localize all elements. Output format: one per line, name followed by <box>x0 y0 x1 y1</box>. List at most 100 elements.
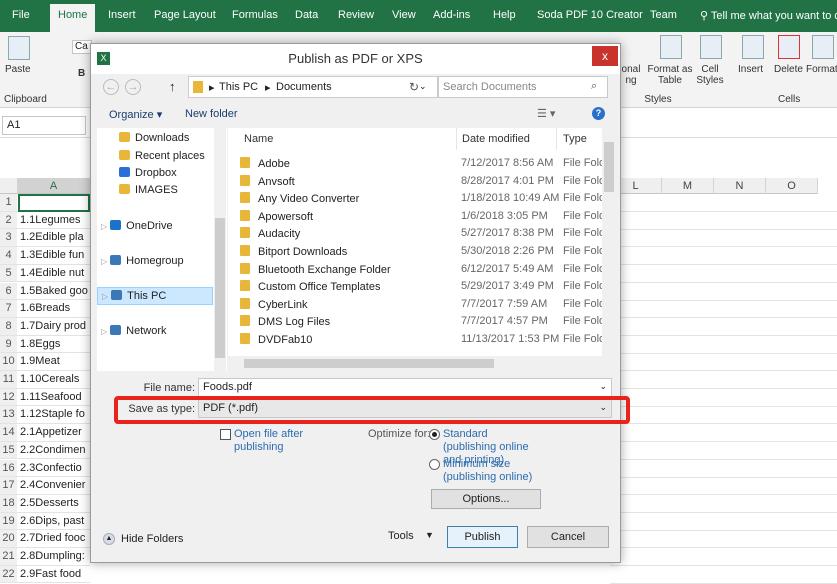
standard-radio[interactable] <box>429 429 440 440</box>
expand-arrow-icon[interactable]: ▷ <box>101 257 107 266</box>
nav-item-network[interactable]: ▷ Network <box>97 325 167 337</box>
file-row[interactable]: Apowersoft1/6/2018 3:05 PMFile Folder <box>240 209 610 227</box>
open-after-label[interactable]: Open file after publishing <box>234 428 314 454</box>
row-number[interactable]: 13 <box>0 406 17 424</box>
row-number[interactable]: 18 <box>0 494 17 512</box>
tell-me-search[interactable]: ⚲ Tell me what you want to do <box>700 9 837 22</box>
column-type[interactable]: Type <box>563 133 587 145</box>
cell-a[interactable]: 1.3Edible fun <box>18 247 90 264</box>
paste-icon[interactable] <box>8 36 30 60</box>
row-number[interactable]: 12 <box>0 388 17 406</box>
publish-button[interactable]: Publish <box>447 526 518 548</box>
tab-view[interactable]: View <box>392 9 416 21</box>
tab-team[interactable]: Team <box>650 9 677 21</box>
cell-a[interactable]: 1.1Legumes <box>18 212 90 229</box>
cell-a[interactable]: 1.8Eggs <box>18 336 90 353</box>
tab-help[interactable]: Help <box>493 9 516 21</box>
row-number[interactable]: 15 <box>0 441 17 459</box>
file-row[interactable]: CyberLink7/7/2017 7:59 AMFile Folder <box>240 297 610 315</box>
row-number[interactable]: 17 <box>0 477 17 494</box>
row-number[interactable]: 11 <box>0 371 17 388</box>
cell-a[interactable]: 1.11Seafood <box>18 389 90 406</box>
name-box[interactable]: A1 <box>2 116 86 135</box>
back-button[interactable]: ← <box>103 79 119 95</box>
new-folder-button[interactable]: New folder <box>185 108 238 120</box>
file-row[interactable]: Adobe7/12/2017 8:56 AMFile Folder <box>240 157 610 174</box>
row-number[interactable]: 2 <box>0 211 17 229</box>
tab-home[interactable]: Home <box>50 4 96 32</box>
nav-item-dropbox[interactable]: Dropbox <box>119 167 177 179</box>
delete-button[interactable]: Delete <box>774 64 803 75</box>
close-button[interactable]: x <box>592 46 618 66</box>
nav-item-recent-places[interactable]: Recent places <box>119 150 205 162</box>
cell-a[interactable]: 2.4Convenier <box>18 477 90 494</box>
forward-button[interactable]: → <box>125 79 141 95</box>
cell-a[interactable]: 1.9Meat <box>18 353 90 370</box>
cell-a[interactable]: 2.5Desserts <box>18 495 90 512</box>
column-header-n[interactable]: N <box>714 178 766 194</box>
up-button[interactable]: ↑ <box>169 79 176 94</box>
refresh-icon[interactable]: ↻ <box>409 80 419 94</box>
tab-soda-pdf-10-creator[interactable]: Soda PDF 10 Creator <box>537 9 643 21</box>
select-all-corner[interactable] <box>0 178 18 194</box>
file-row[interactable]: DVDFab1011/13/2017 1:53 PMFile Folder <box>240 333 610 350</box>
nav-item-this-pc[interactable]: ▷ This PC <box>97 287 213 305</box>
row-number[interactable]: 20 <box>0 530 17 547</box>
cell-a[interactable]: 1.10Cereals <box>18 371 90 388</box>
row-number[interactable]: 21 <box>0 548 17 565</box>
font-name-box[interactable]: Ca <box>72 40 92 54</box>
cancel-button[interactable]: Cancel <box>527 526 609 548</box>
paste-button[interactable]: Paste <box>5 64 31 75</box>
format-as-table-button[interactable]: Format as Table <box>644 64 696 86</box>
column-header-m[interactable]: M <box>662 178 714 194</box>
column-date-modified[interactable]: Date modified <box>462 133 530 145</box>
address-bar[interactable]: ▸ This PC ▸ Documents ⌄ <box>188 76 438 98</box>
row-number[interactable]: 7 <box>0 300 17 317</box>
row-number[interactable]: 9 <box>0 335 17 353</box>
chevron-down-icon[interactable]: ⌄ <box>599 381 607 392</box>
hide-folders-button[interactable]: Hide Folders <box>121 533 183 545</box>
tab-data[interactable]: Data <box>295 9 318 21</box>
row-number[interactable]: 3 <box>0 229 17 247</box>
tab-add-ins[interactable]: Add-ins <box>433 9 470 21</box>
column-name[interactable]: Name <box>244 133 273 145</box>
cell-a[interactable]: 1.12Staple fo <box>18 406 90 423</box>
cell-a[interactable]: 2.7Dried fooc <box>18 530 90 547</box>
nav-scrollbar[interactable] <box>214 128 226 371</box>
nav-item-downloads[interactable]: Downloads <box>119 132 189 144</box>
breadcrumb-this-pc[interactable]: This PC <box>219 81 258 93</box>
tab-review[interactable]: Review <box>338 9 374 21</box>
row-number[interactable]: 10 <box>0 353 17 370</box>
nav-item-images[interactable]: IMAGES <box>119 184 178 196</box>
row-number[interactable]: 19 <box>0 512 17 530</box>
tab-file[interactable]: File <box>12 9 30 21</box>
tools-dropdown-icon[interactable]: ▼ <box>425 530 434 540</box>
organize-menu[interactable]: Organize ▾ <box>109 108 162 121</box>
breadcrumb-documents[interactable]: Documents <box>276 81 332 93</box>
cell-a[interactable]: 1.6Breads <box>18 300 90 317</box>
column-header-o[interactable]: O <box>766 178 818 194</box>
help-icon[interactable]: ? <box>592 107 605 120</box>
chevron-up-icon[interactable]: ▲ <box>103 533 115 545</box>
open-after-checkbox[interactable] <box>220 429 231 440</box>
file-row[interactable]: DMS Log Files7/7/2017 4:57 PMFile Folder <box>240 315 610 332</box>
file-list[interactable]: Name Date modified Type Adobe 7/12/2017 8… <box>228 128 616 371</box>
file-row[interactable]: Bitport Downloads 5/30/2018 2:26 PM File F… <box>240 245 610 262</box>
minimum-option-label[interactable]: Minimum size (publishing online) <box>443 458 533 484</box>
row-number[interactable]: 14 <box>0 424 17 441</box>
cell-a[interactable]: 2.9Fast food <box>18 566 90 583</box>
insert-button[interactable]: Insert <box>738 64 763 75</box>
tab-insert[interactable]: Insert <box>108 9 136 21</box>
cell-a[interactable]: 2.2Condimen <box>18 442 90 459</box>
file-name-input[interactable]: Foods.pdf ⌄ <box>198 378 612 397</box>
row-number[interactable]: 5 <box>0 264 17 282</box>
row-number[interactable]: 1 <box>0 194 17 211</box>
column-header-a[interactable]: A <box>18 178 90 194</box>
file-row[interactable]: Bluetooth Exchange Folder 6/12/2017 5:49 … <box>240 262 610 280</box>
file-row[interactable]: Anvsoft8/28/2017 4:01 PMFile Folder <box>240 174 610 192</box>
expand-arrow-icon[interactable]: ▷ <box>101 327 107 336</box>
format-button[interactable]: Format <box>806 64 837 75</box>
row-number[interactable]: 6 <box>0 282 17 300</box>
nav-item-onedrive[interactable]: ▷ OneDrive <box>97 220 173 232</box>
nav-item-homegroup[interactable]: ▷ Homegroup <box>97 255 184 267</box>
